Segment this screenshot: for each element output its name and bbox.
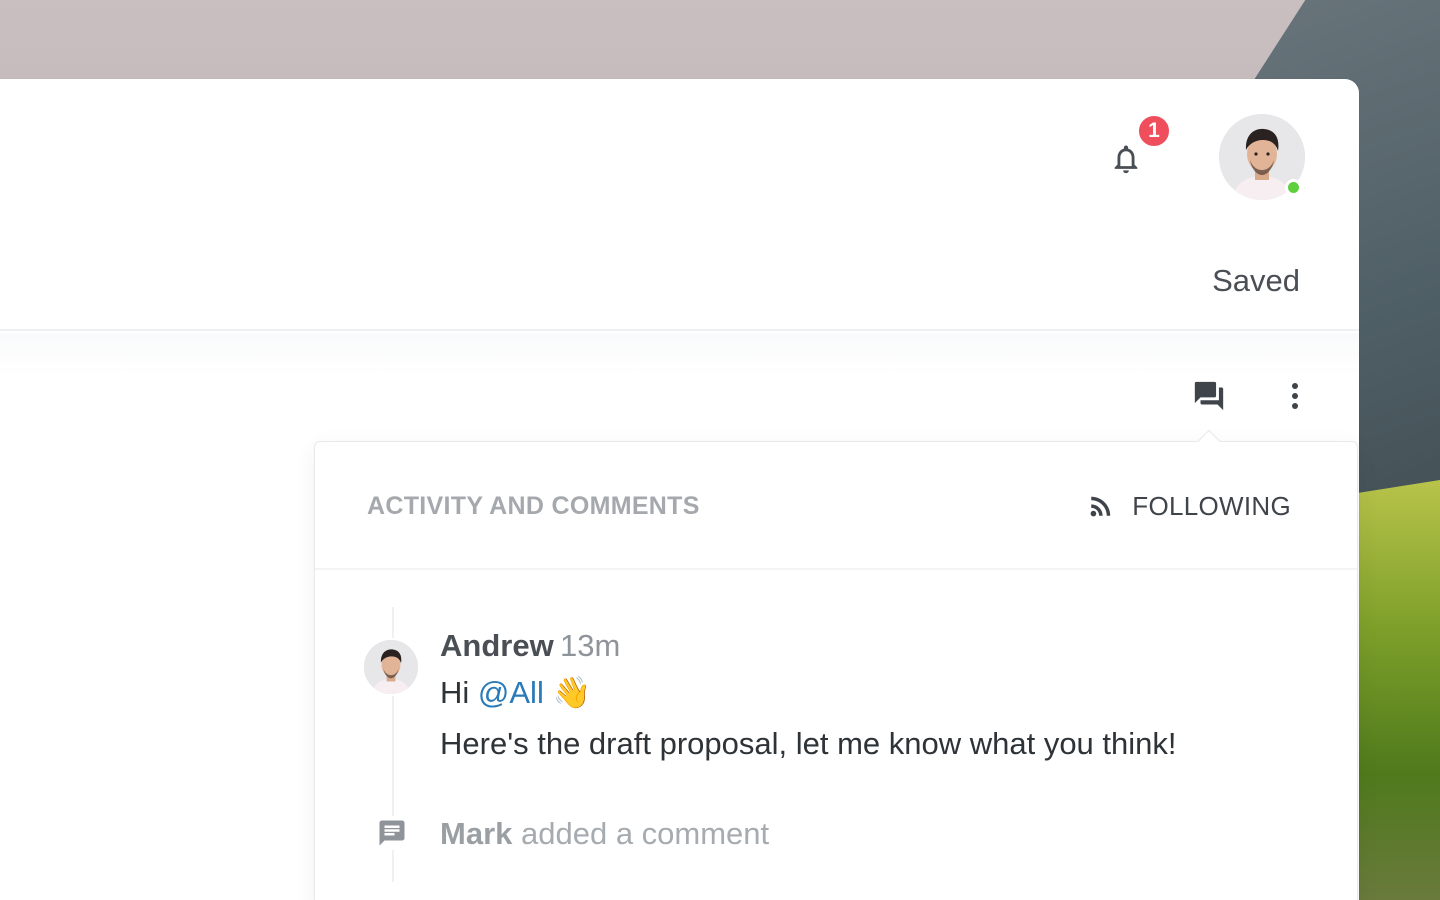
comment-body: Here's the draft proposal, let me know w… [440, 726, 1177, 761]
activity-panel-header: ACTIVITY AND COMMENTS FOLLOWING [315, 442, 1357, 570]
following-button[interactable]: FOLLOWING [1088, 486, 1291, 526]
notification-badge: 1 [1137, 114, 1171, 148]
comment-icon [379, 820, 405, 846]
rss-feed-icon [1090, 496, 1111, 517]
following-label: FOLLOWING [1132, 490, 1291, 521]
notifications-button[interactable] [1106, 139, 1146, 179]
comment-author-name[interactable]: Andrew [440, 628, 554, 664]
more-options-button[interactable] [1281, 378, 1309, 414]
comments-toggle-button[interactable] [1191, 378, 1227, 414]
save-status: Saved [1212, 263, 1300, 298]
comment-author-avatar-image [364, 640, 418, 694]
waving-hand-emoji: 👋 [552, 675, 592, 710]
document-toolbar [0, 333, 1359, 443]
event-action: added a comment [521, 816, 770, 851]
bell-icon [1114, 145, 1138, 174]
app-window: 1 Saved ACTIVITY AND COMMENTS FOLLOWING … [0, 79, 1359, 900]
comment-first-line: Hi @All 👋 [440, 674, 591, 711]
comment-event-icon-wrap [375, 816, 409, 850]
comment-timestamp: 13m [560, 628, 621, 663]
comment-author-avatar[interactable] [362, 638, 420, 696]
mention-link[interactable]: @All [478, 675, 544, 710]
activity-event: Mark added a comment [440, 816, 769, 852]
event-actor[interactable]: Mark [440, 816, 512, 851]
online-status-dot [1285, 179, 1302, 196]
more-vertical-icon [1292, 383, 1298, 409]
activity-panel-title: ACTIVITY AND COMMENTS [367, 492, 700, 520]
chat-bubbles-icon [1194, 381, 1224, 411]
comment-greeting: Hi [440, 675, 470, 710]
activity-panel: ACTIVITY AND COMMENTS FOLLOWING Andrew 1… [314, 429, 1358, 900]
app-header: 1 Saved [0, 79, 1359, 331]
